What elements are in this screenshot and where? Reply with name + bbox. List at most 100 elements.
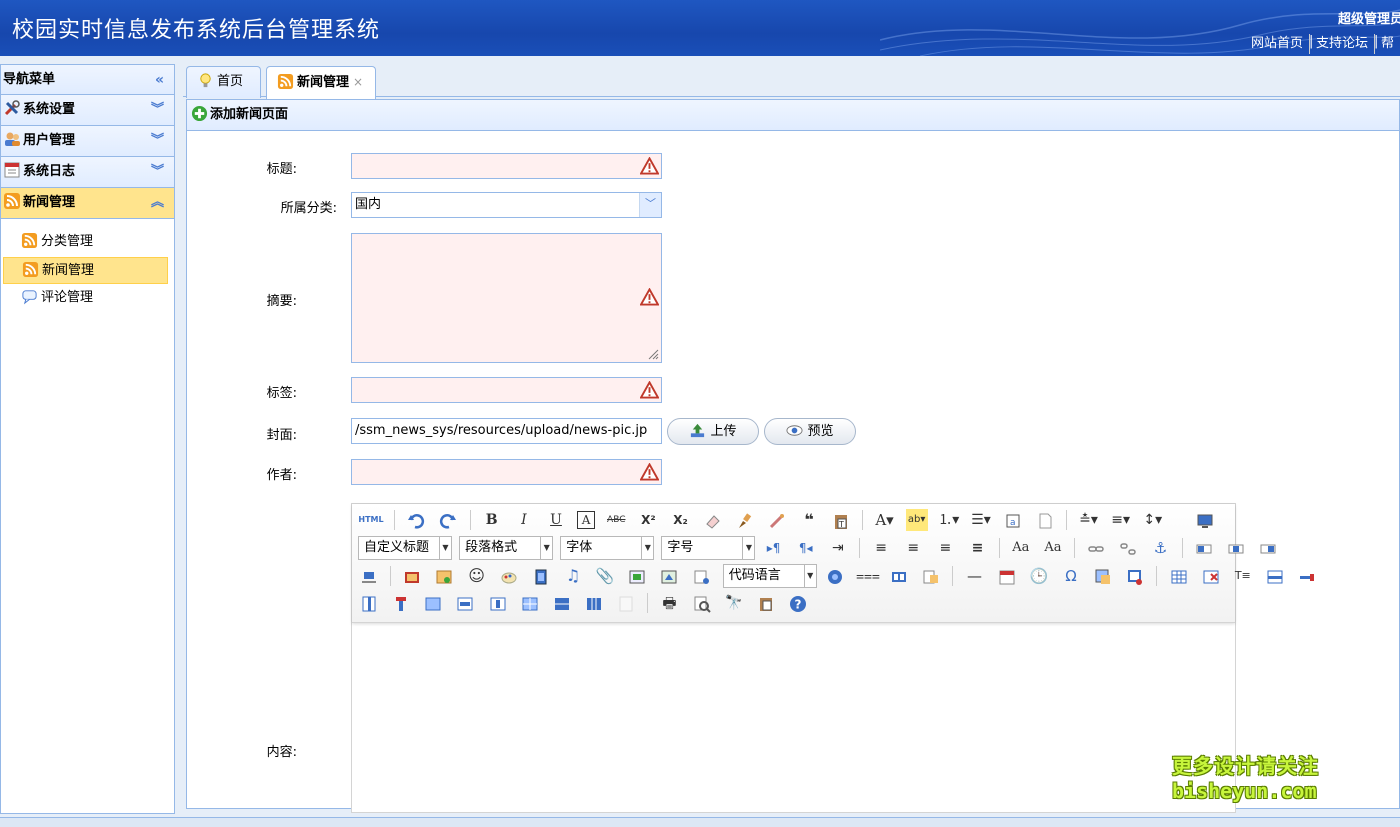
font-color-icon[interactable]: A▾ [874, 509, 896, 531]
delete-table-icon[interactable] [1200, 565, 1222, 587]
sidebar-group-system-log[interactable]: 系统日志 ︾ [1, 157, 174, 188]
sidebar-item-category-management[interactable]: 分类管理 [3, 229, 168, 256]
background-icon[interactable] [920, 565, 942, 587]
sidebar-item-news-management[interactable]: 新闻管理 [3, 257, 168, 284]
rtl-icon[interactable]: ¶◂ [795, 537, 817, 559]
sidebar-group-user-management[interactable]: 用户管理 ︾ [1, 126, 174, 157]
delete-row-icon[interactable] [1296, 565, 1318, 587]
author-input[interactable] [351, 459, 662, 485]
image-right-icon[interactable] [1257, 537, 1279, 559]
split-to-cells-icon[interactable] [519, 592, 541, 614]
upload-button[interactable]: 上传 [667, 418, 759, 445]
close-tab-icon[interactable]: × [353, 75, 363, 89]
ltr-icon[interactable]: ▸¶ [763, 537, 785, 559]
insert-table-icon[interactable] [1168, 565, 1190, 587]
drafts-icon[interactable] [755, 592, 777, 614]
font-size-select[interactable]: 字号 ▼ [661, 536, 756, 560]
gmap-icon[interactable] [658, 565, 680, 587]
sidebar-group-news-management[interactable]: 新闻管理 ︽ [1, 188, 174, 219]
custom-title-select[interactable]: 自定义标题 ▼ [358, 536, 452, 560]
sidebar-group-system-settings[interactable]: 系统设置 ︾ [1, 95, 174, 126]
insert-row-icon[interactable] [1264, 565, 1286, 587]
merge-cells-icon[interactable] [422, 592, 444, 614]
highlight-icon[interactable]: ab▾ [905, 509, 928, 531]
font-border-icon[interactable]: A [577, 511, 596, 529]
chart-icon[interactable] [615, 592, 637, 614]
template-icon[interactable] [888, 565, 910, 587]
map-icon[interactable] [626, 565, 648, 587]
page-break-icon[interactable]: ⩶ [856, 565, 880, 587]
row-spacing-bottom-icon[interactable]: ≡▾ [1110, 509, 1132, 531]
scrawl-icon[interactable] [498, 565, 520, 587]
simple-upload-icon[interactable] [401, 565, 423, 587]
resize-handle-icon[interactable] [647, 348, 659, 360]
align-left-icon[interactable]: ≡ [870, 537, 892, 559]
code-language-select[interactable]: 代码语言 ▼ [722, 564, 817, 588]
insert-paragraph-before-table-icon[interactable]: T≡ [1232, 565, 1254, 587]
tab-home[interactable]: 首页 [186, 66, 261, 98]
auto-format-icon[interactable] [766, 509, 788, 531]
align-justify-icon[interactable]: ≡ [967, 537, 989, 559]
link-site-home[interactable]: 网站首页 [1251, 36, 1303, 51]
html-source-button[interactable]: HTML [358, 509, 384, 531]
new-document-icon[interactable] [1034, 509, 1056, 531]
chevron-down-icon[interactable]: ﹀ [639, 193, 661, 217]
link-help[interactable]: 帮 [1381, 36, 1394, 51]
insert-video-icon[interactable] [530, 565, 552, 587]
title-input[interactable] [351, 153, 662, 179]
anchor-icon[interactable]: ⚓ [1150, 537, 1172, 559]
unlink-icon[interactable] [1117, 537, 1139, 559]
summary-textarea[interactable] [351, 233, 662, 363]
blockquote-icon[interactable]: ❝ [798, 509, 820, 531]
category-select[interactable]: 国内 ﹀ [351, 192, 662, 218]
cover-path-input[interactable]: /ssm_news_sys/resources/upload/news-pic.… [351, 418, 662, 444]
special-chars-icon[interactable]: Ω [1060, 565, 1082, 587]
time-icon[interactable]: 🕒 [1028, 565, 1050, 587]
split-to-cols-icon[interactable] [583, 592, 605, 614]
music-icon[interactable]: ♫ [562, 565, 584, 587]
merge-down-icon[interactable] [487, 592, 509, 614]
image-none-icon[interactable] [1193, 537, 1215, 559]
word-image-icon[interactable] [1092, 565, 1114, 587]
row-spacing-top-icon[interactable]: ≛▾ [1078, 509, 1100, 531]
collapse-sidebar-icon[interactable]: « [155, 65, 164, 95]
split-to-rows-icon[interactable] [551, 592, 573, 614]
merge-right-icon[interactable] [454, 592, 476, 614]
insert-col-icon[interactable] [358, 592, 380, 614]
link-support-forum[interactable]: 支持论坛 [1316, 36, 1368, 51]
paste-text-icon[interactable]: T [830, 509, 852, 531]
preview-button[interactable]: 预览 [764, 418, 856, 445]
align-icon[interactable]: a [1002, 509, 1024, 531]
to-uppercase-icon[interactable]: Aa [1010, 537, 1032, 559]
paragraph-format-select[interactable]: 段落格式 ▼ [459, 536, 554, 560]
tags-input[interactable] [351, 377, 662, 403]
ordered-list-icon[interactable]: ⒈▾ [938, 509, 960, 531]
insert-image-icon[interactable] [433, 565, 455, 587]
redo-icon[interactable] [437, 509, 459, 531]
insert-frame-icon[interactable] [691, 565, 713, 587]
tab-news-management[interactable]: 新闻管理 × [266, 66, 376, 99]
line-height-icon[interactable]: ↕▾ [1142, 509, 1164, 531]
indent-icon[interactable]: ⇥ [827, 537, 849, 559]
align-right-icon[interactable]: ≡ [934, 537, 956, 559]
strikethrough-icon[interactable]: ABC [605, 509, 627, 531]
bold-icon[interactable]: B [481, 509, 503, 531]
image-center-icon[interactable] [358, 565, 380, 587]
superscript-icon[interactable]: X² [637, 509, 659, 531]
image-left-icon[interactable] [1225, 537, 1247, 559]
font-family-select[interactable]: 字体 ▼ [560, 536, 655, 560]
editor-content-area[interactable] [352, 624, 1235, 812]
search-replace-icon[interactable] [1124, 565, 1146, 587]
fullscreen-icon[interactable] [1194, 509, 1216, 531]
sidebar-item-comment-management[interactable]: 评论管理 [3, 285, 168, 312]
format-brush-icon[interactable] [734, 509, 756, 531]
undo-icon[interactable] [405, 509, 427, 531]
unordered-list-icon[interactable]: ☰▾ [970, 509, 992, 531]
date-icon[interactable] [996, 565, 1018, 587]
align-center-icon[interactable]: ≡ [902, 537, 924, 559]
eraser-icon[interactable] [702, 509, 724, 531]
to-lowercase-icon[interactable]: Aa [1042, 537, 1064, 559]
webapp-icon[interactable] [824, 565, 846, 587]
search-icon[interactable]: 🔭 [723, 592, 745, 614]
italic-icon[interactable]: I [513, 509, 535, 531]
